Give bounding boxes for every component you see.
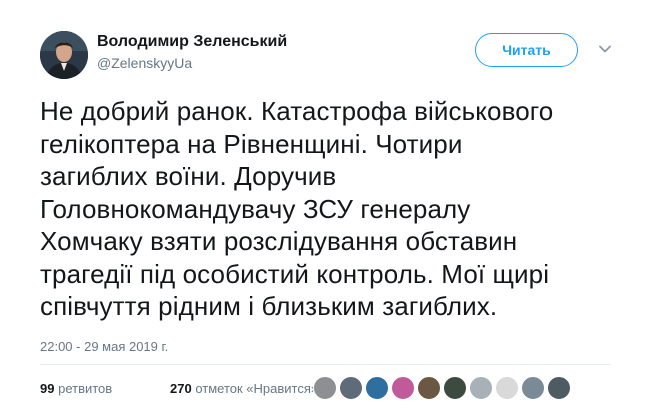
retweets-count: 99 xyxy=(40,381,55,396)
tweet-line: загиблих воїни. Доручив xyxy=(40,161,337,191)
tweet-text: Не добрий ранок. Катастрофа військового … xyxy=(40,95,625,323)
liker-avatar[interactable] xyxy=(313,376,337,400)
avatar[interactable] xyxy=(40,31,88,79)
tweet-timestamp[interactable]: 22:00 - 29 мая 2019 г. xyxy=(40,339,168,354)
retweets-stat[interactable]: 99 ретвитов xyxy=(40,381,112,396)
liker-avatar[interactable] xyxy=(443,376,467,400)
tweet-line: Головнокомандувачу ЗСУ генералу xyxy=(40,193,471,224)
likes-stat[interactable]: 270 отметок «Нравится» xyxy=(170,381,318,396)
liker-avatar[interactable] xyxy=(547,376,571,400)
chevron-down-icon[interactable] xyxy=(596,40,614,58)
tweet-stats: 99 ретвитов 270 отметок «Нравится» xyxy=(40,381,318,396)
retweets-label: ретвитов xyxy=(58,381,113,396)
liker-avatar[interactable] xyxy=(391,376,415,400)
tweet-line: Не добрий ранок. Катастрофа військового xyxy=(40,96,554,126)
avatar-image xyxy=(40,31,88,79)
tweet-line: Хомчаку взяти розслідування обставин xyxy=(40,226,518,256)
liker-avatar[interactable] xyxy=(417,376,441,400)
liker-avatar[interactable] xyxy=(521,376,545,400)
tweet-line: співчуття рідним і близьким загиблих. xyxy=(40,291,498,321)
author-name[interactable]: Володимир Зеленський xyxy=(97,33,287,51)
liker-avatar[interactable] xyxy=(495,376,519,400)
likes-count: 270 xyxy=(170,381,192,396)
liker-avatar[interactable] xyxy=(339,376,363,400)
tweet-line: гелікоптера на Рівненщині. Чотири xyxy=(40,128,463,159)
liker-avatar[interactable] xyxy=(365,376,389,400)
author-handle[interactable]: @ZelenskyyUa xyxy=(97,55,192,71)
liker-avatar[interactable] xyxy=(469,376,493,400)
divider xyxy=(40,364,610,365)
follow-button[interactable]: Читать xyxy=(475,33,578,67)
tweet-card: Володимир Зеленський @ZelenskyyUa Читать… xyxy=(0,0,650,409)
likes-label: отметок «Нравится» xyxy=(195,381,319,396)
tweet-line: трагедії під особистий контроль. Мої щир… xyxy=(40,258,550,289)
